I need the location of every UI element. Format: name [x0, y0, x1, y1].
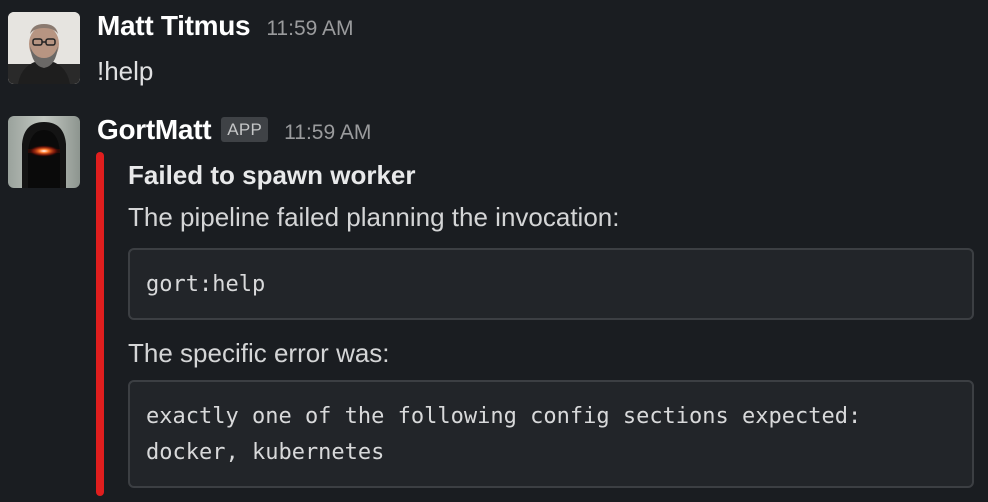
user-avatar-matt-titmus[interactable] — [8, 12, 80, 84]
attachment-title: Failed to spawn worker — [128, 160, 416, 190]
timestamp[interactable]: 11:59 AM — [284, 121, 371, 145]
app-badge: APP — [221, 117, 269, 142]
error-code-block: exactly one of the following config sect… — [128, 380, 974, 488]
attachment-intro-text: The pipeline failed planning the invocat… — [128, 202, 620, 232]
message-text: !help — [97, 56, 154, 86]
timestamp[interactable]: 11:59 AM — [266, 17, 353, 41]
username[interactable]: GortMatt — [97, 114, 212, 146]
message-header: Matt Titmus 11:59 AM — [97, 10, 353, 46]
error-code-line: exactly one of the following config sect… — [146, 404, 862, 429]
bot-avatar-gortmatt[interactable] — [8, 116, 80, 188]
username[interactable]: Matt Titmus — [97, 10, 251, 42]
invocation-code-block: gort:help — [128, 248, 974, 320]
message-list: Matt Titmus 11:59 AM !help GortMatt APP … — [0, 0, 988, 502]
invocation-code: gort:help — [146, 272, 266, 297]
attachment-color-bar — [96, 152, 104, 496]
message-header: GortMatt APP 11:59 AM — [97, 114, 371, 150]
error-attachment: Failed to spawn worker The pipeline fail… — [96, 152, 976, 496]
error-label-text: The specific error was: — [128, 338, 390, 368]
error-code-line: docker, kubernetes — [146, 440, 385, 465]
